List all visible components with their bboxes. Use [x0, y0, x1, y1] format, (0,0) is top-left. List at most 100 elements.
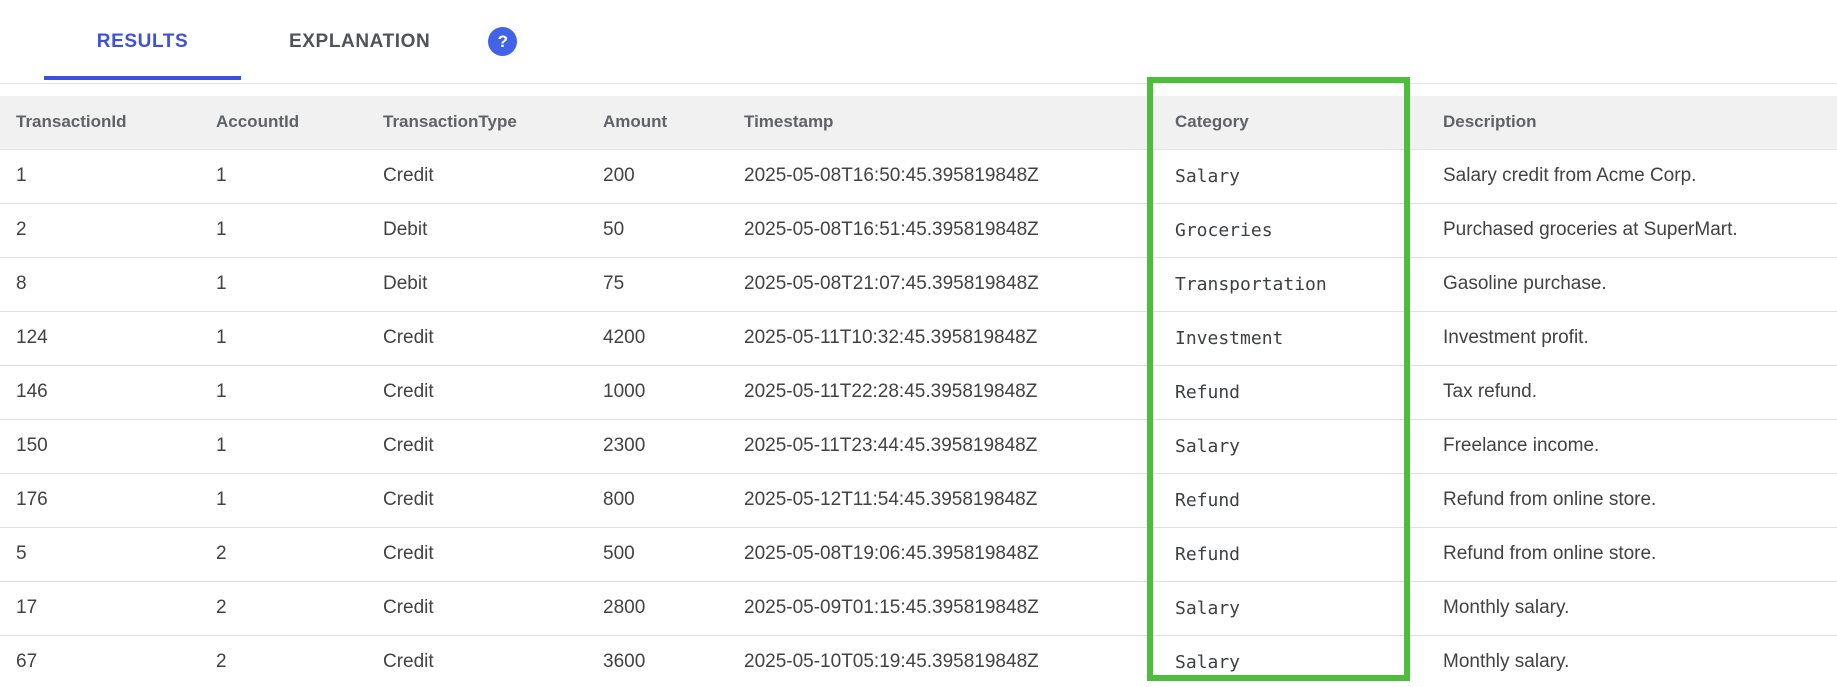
cell-account-id: 2	[200, 581, 367, 635]
cell-description: Refund from online store.	[1427, 527, 1837, 581]
cell-account-id: 1	[200, 419, 367, 473]
cell-timestamp: 2025-05-08T21:07:45.395819848Z	[728, 257, 1159, 311]
cell-timestamp: 2025-05-08T19:06:45.395819848Z	[728, 527, 1159, 581]
cell-transaction-type: Credit	[367, 419, 587, 473]
table-row: 1461Credit10002025-05-11T22:28:45.395819…	[0, 365, 1837, 419]
cell-account-id: 1	[200, 257, 367, 311]
cell-category: Refund	[1159, 365, 1427, 419]
results-table: TransactionId AccountId TransactionType …	[0, 96, 1837, 687]
table-header-row: TransactionId AccountId TransactionType …	[0, 96, 1837, 149]
cell-amount: 800	[587, 473, 728, 527]
help-icon[interactable]: ?	[488, 27, 517, 56]
cell-amount: 75	[587, 257, 728, 311]
cell-category: Refund	[1159, 527, 1427, 581]
cell-transaction-id: 17	[0, 581, 200, 635]
cell-category: Investment	[1159, 311, 1427, 365]
cell-transaction-id: 146	[0, 365, 200, 419]
table-row: 21Debit502025-05-08T16:51:45.395819848ZG…	[0, 203, 1837, 257]
cell-transaction-type: Debit	[367, 257, 587, 311]
cell-account-id: 1	[200, 149, 367, 203]
cell-transaction-id: 2	[0, 203, 200, 257]
cell-transaction-id: 150	[0, 419, 200, 473]
cell-description: Gasoline purchase.	[1427, 257, 1837, 311]
cell-transaction-id: 176	[0, 473, 200, 527]
header-description: Description	[1427, 96, 1837, 149]
cell-transaction-type: Credit	[367, 365, 587, 419]
cell-transaction-type: Credit	[367, 635, 587, 687]
tab-explanation-label: EXPLANATION	[289, 31, 430, 53]
cell-timestamp: 2025-05-10T05:19:45.395819848Z	[728, 635, 1159, 687]
cell-amount: 2800	[587, 581, 728, 635]
results-panel: RESULTS EXPLANATION ? TransactionId Acco…	[0, 0, 1837, 687]
table-row: 11Credit2002025-05-08T16:50:45.395819848…	[0, 149, 1837, 203]
cell-description: Salary credit from Acme Corp.	[1427, 149, 1837, 203]
cell-timestamp: 2025-05-12T11:54:45.395819848Z	[728, 473, 1159, 527]
cell-category: Salary	[1159, 581, 1427, 635]
cell-description: Freelance income.	[1427, 419, 1837, 473]
cell-description: Purchased groceries at SuperMart.	[1427, 203, 1837, 257]
table-row: 1241Credit42002025-05-11T10:32:45.395819…	[0, 311, 1837, 365]
cell-description: Investment profit.	[1427, 311, 1837, 365]
header-transaction-id: TransactionId	[0, 96, 200, 149]
cell-category: Refund	[1159, 473, 1427, 527]
table-row: 52Credit5002025-05-08T19:06:45.395819848…	[0, 527, 1837, 581]
table-row: 172Credit28002025-05-09T01:15:45.3958198…	[0, 581, 1837, 635]
cell-category: Groceries	[1159, 203, 1427, 257]
header-category: Category	[1159, 96, 1427, 149]
cell-account-id: 2	[200, 635, 367, 687]
cell-transaction-type: Credit	[367, 581, 587, 635]
cell-amount: 1000	[587, 365, 728, 419]
cell-account-id: 1	[200, 311, 367, 365]
cell-category: Salary	[1159, 419, 1427, 473]
cell-description: Refund from online store.	[1427, 473, 1837, 527]
cell-account-id: 1	[200, 365, 367, 419]
cell-account-id: 1	[200, 203, 367, 257]
header-timestamp: Timestamp	[728, 96, 1159, 149]
table-row: 1761Credit8002025-05-12T11:54:45.3958198…	[0, 473, 1837, 527]
table-row: 1501Credit23002025-05-11T23:44:45.395819…	[0, 419, 1837, 473]
cell-description: Monthly salary.	[1427, 581, 1837, 635]
cell-amount: 500	[587, 527, 728, 581]
cell-amount: 50	[587, 203, 728, 257]
cell-transaction-id: 8	[0, 257, 200, 311]
cell-description: Monthly salary.	[1427, 635, 1837, 687]
cell-account-id: 2	[200, 527, 367, 581]
table-row: 81Debit752025-05-08T21:07:45.395819848ZT…	[0, 257, 1837, 311]
cell-transaction-type: Credit	[367, 149, 587, 203]
cell-timestamp: 2025-05-08T16:50:45.395819848Z	[728, 149, 1159, 203]
cell-category: Salary	[1159, 149, 1427, 203]
cell-category: Transportation	[1159, 257, 1427, 311]
results-grid: TransactionId AccountId TransactionType …	[0, 96, 1837, 687]
cell-transaction-id: 1	[0, 149, 200, 203]
cell-timestamp: 2025-05-11T23:44:45.395819848Z	[728, 419, 1159, 473]
cell-timestamp: 2025-05-09T01:15:45.395819848Z	[728, 581, 1159, 635]
cell-category: Salary	[1159, 635, 1427, 687]
active-tab-indicator	[44, 76, 241, 80]
table-body: 11Credit2002025-05-08T16:50:45.395819848…	[0, 149, 1837, 687]
cell-transaction-type: Debit	[367, 203, 587, 257]
cell-timestamp: 2025-05-11T10:32:45.395819848Z	[728, 311, 1159, 365]
cell-timestamp: 2025-05-11T22:28:45.395819848Z	[728, 365, 1159, 419]
cell-amount: 3600	[587, 635, 728, 687]
cell-transaction-type: Credit	[367, 311, 587, 365]
cell-transaction-id: 67	[0, 635, 200, 687]
header-transaction-type: TransactionType	[367, 96, 587, 149]
header-amount: Amount	[587, 96, 728, 149]
cell-transaction-id: 124	[0, 311, 200, 365]
cell-transaction-type: Credit	[367, 527, 587, 581]
cell-amount: 200	[587, 149, 728, 203]
tab-results-label: RESULTS	[97, 31, 188, 53]
cell-amount: 4200	[587, 311, 728, 365]
cell-description: Tax refund.	[1427, 365, 1837, 419]
tab-results[interactable]: RESULTS	[44, 0, 241, 83]
cell-timestamp: 2025-05-08T16:51:45.395819848Z	[728, 203, 1159, 257]
help-icon-glyph: ?	[498, 32, 508, 52]
cell-amount: 2300	[587, 419, 728, 473]
table-row: 672Credit36002025-05-10T05:19:45.3958198…	[0, 635, 1837, 687]
header-account-id: AccountId	[200, 96, 367, 149]
cell-transaction-id: 5	[0, 527, 200, 581]
cell-transaction-type: Credit	[367, 473, 587, 527]
tab-bar: RESULTS EXPLANATION ?	[0, 0, 1837, 84]
cell-account-id: 1	[200, 473, 367, 527]
tab-explanation[interactable]: EXPLANATION	[241, 0, 454, 83]
